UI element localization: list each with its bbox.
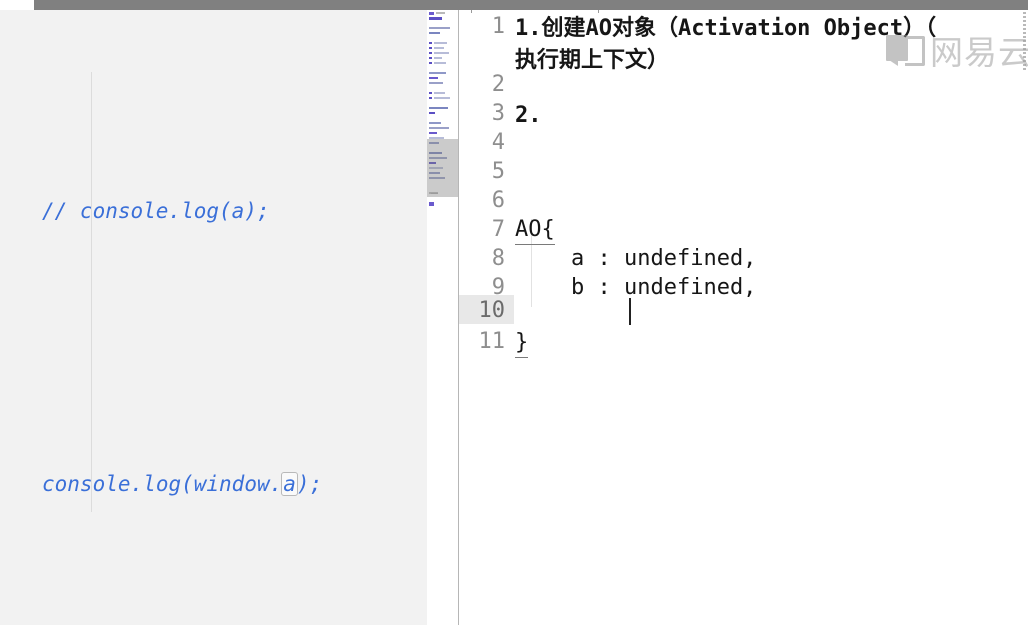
- titlebar-left-corner: [0, 0, 34, 10]
- line-number-gutter: 1 2 3 4 5 6 7 8 9 10 11: [459, 10, 514, 625]
- line-number-8: 8: [491, 246, 505, 271]
- watermark-text: 网易云: [930, 33, 1028, 72]
- line-number-3: 3: [491, 101, 505, 126]
- code-token-boxed-a: a: [281, 471, 298, 496]
- code-line-comment-clipped: // console.log(a);: [0, 184, 427, 239]
- line-number-2: 2: [491, 72, 505, 97]
- line-number-10: 10: [478, 298, 506, 323]
- line-number-6: 6: [491, 188, 505, 213]
- text-line-3: 2.: [515, 103, 542, 128]
- code-token-comment-clipped: // console.log(a);: [42, 199, 270, 223]
- line-number-5: 5: [491, 159, 505, 184]
- text-line-7: AO{: [515, 215, 555, 245]
- line-number-1: 1: [491, 14, 505, 39]
- right-text-editor-pane[interactable]: test.txt 1 2 3 4 5 6 7 8 9 10 11 1.创建AO对…: [458, 0, 1028, 625]
- text-line-11: }: [515, 328, 529, 358]
- netease-cloud-watermark: 网易云: [886, 28, 1028, 72]
- minimap-viewport-indicator[interactable]: [427, 139, 458, 197]
- netease-book-icon: [886, 35, 925, 66]
- code-line-console-window-a: console.log(window.a);: [0, 457, 427, 512]
- minimap-marker: [431, 193, 438, 194]
- text-line-1-continuation: 执行期上下文）: [515, 48, 670, 73]
- text-line-1: 1.创建AO对象（Activation Object）（: [515, 16, 937, 41]
- line-number-7: 7: [491, 217, 505, 242]
- text-content-area[interactable]: 1.创建AO对象（Activation Object）（ 执行期上下文） 2. …: [515, 10, 1028, 625]
- window-titlebar: [0, 0, 1028, 10]
- text-cursor: [629, 298, 631, 325]
- code-lines: // console.log(a); console.log(window.a)…: [0, 10, 427, 625]
- line-number-11: 11: [478, 329, 506, 354]
- code-token-console-window: console.log(window.a);: [42, 471, 323, 496]
- indent-guide: [91, 72, 92, 512]
- line-number-9: 9: [491, 275, 505, 300]
- text-line-9: b : undefined,: [571, 275, 757, 300]
- code-minimap[interactable]: [427, 10, 458, 625]
- text-line-8: a : undefined,: [571, 246, 757, 271]
- application-window: // console.log(a); console.log(window.a)…: [0, 0, 1028, 625]
- code-text-area[interactable]: // console.log(a); console.log(window.a)…: [0, 10, 427, 625]
- line-number-4: 4: [491, 130, 505, 155]
- left-code-editor-pane[interactable]: // console.log(a); console.log(window.a)…: [0, 0, 458, 625]
